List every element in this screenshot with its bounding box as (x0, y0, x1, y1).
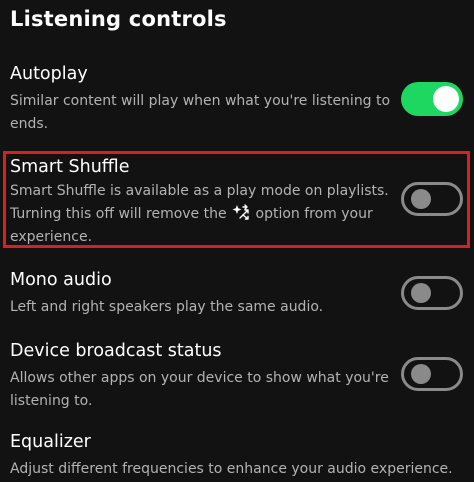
setting-smart-shuffle[interactable]: Smart Shuffle Smart Shuffle is available… (0, 155, 474, 245)
smart-shuffle-desc-line-2-start: Turning this off will remove the (10, 206, 227, 222)
setting-device-broadcast-status[interactable]: Device broadcast status Allows other app… (0, 339, 474, 419)
toggle-knob (411, 189, 431, 209)
smart-shuffle-icon (232, 204, 249, 220)
setting-autoplay[interactable]: Autoplay Similar content will play when … (0, 62, 474, 142)
device-broadcast-desc-line-1: Allows other apps on your device to show… (10, 370, 389, 386)
device-broadcast-description: Allows other apps on your device to show… (10, 367, 390, 413)
autoplay-desc-line-1: Similar content will play when what you'… (10, 93, 391, 109)
device-broadcast-title: Device broadcast status (10, 341, 222, 361)
section-title: Listening controls (10, 7, 227, 31)
smart-shuffle-description: Smart Shuffle is available as a play mod… (10, 180, 390, 249)
device-broadcast-desc-line-2: listening to. (10, 393, 93, 409)
smart-shuffle-desc-line-2: Turning this off will remove the option … (10, 203, 390, 226)
autoplay-title: Autoplay (10, 64, 88, 84)
toggle-knob (411, 364, 431, 384)
device-broadcast-toggle[interactable] (401, 357, 463, 391)
mono-audio-description: Left and right speakers play the same au… (10, 296, 390, 319)
setting-equalizer[interactable]: Equalizer Adjust different frequencies t… (0, 430, 474, 482)
setting-mono-audio[interactable]: Mono audio Left and right speakers play … (0, 268, 474, 324)
autoplay-toggle[interactable] (401, 82, 463, 116)
smart-shuffle-desc-line-2-end: option from your (255, 206, 373, 222)
smart-shuffle-title: Smart Shuffle (10, 157, 130, 177)
smart-shuffle-desc-line-1: Smart Shuffle is available as a play mod… (10, 183, 389, 199)
autoplay-description: Similar content will play when what you'… (10, 90, 390, 136)
equalizer-title: Equalizer (10, 432, 91, 452)
equalizer-description: Adjust different frequencies to enhance … (10, 458, 470, 481)
smart-shuffle-desc-line-3: experience. (10, 229, 93, 245)
mono-audio-desc-line: Left and right speakers play the same au… (10, 299, 324, 315)
smart-shuffle-toggle[interactable] (401, 182, 463, 216)
toggle-knob (433, 86, 459, 112)
toggle-knob (411, 283, 431, 303)
mono-audio-title: Mono audio (10, 270, 112, 290)
equalizer-desc-line: Adjust different frequencies to enhance … (10, 461, 453, 477)
mono-audio-toggle[interactable] (401, 276, 463, 310)
autoplay-desc-line-2: ends. (10, 116, 49, 132)
